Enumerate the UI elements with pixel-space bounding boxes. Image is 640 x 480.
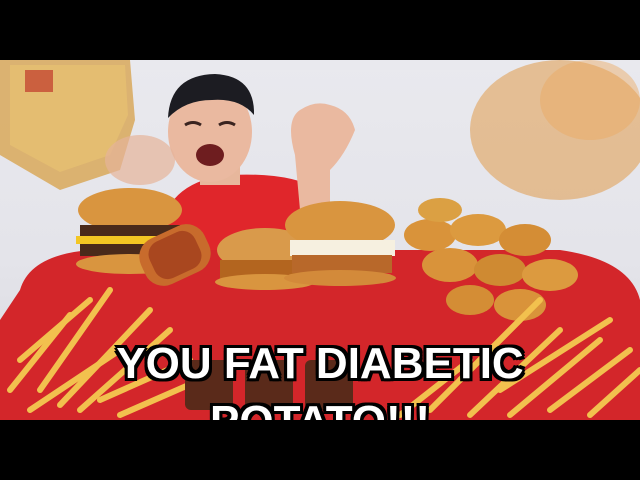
caption-line-1: YOU FAT DIABETIC xyxy=(116,339,524,388)
caption-line-2: POTATO!!! xyxy=(0,400,640,421)
crispy-sandwich xyxy=(284,201,396,286)
blurred-flying-food xyxy=(470,60,640,200)
letterbox-bottom xyxy=(0,420,640,480)
meme-frame: YOU FAT DIABETIC POTATO!!! xyxy=(0,0,640,480)
letterbox-top xyxy=(0,0,640,60)
food-photo-scene: YOU FAT DIABETIC POTATO!!! xyxy=(0,60,640,420)
